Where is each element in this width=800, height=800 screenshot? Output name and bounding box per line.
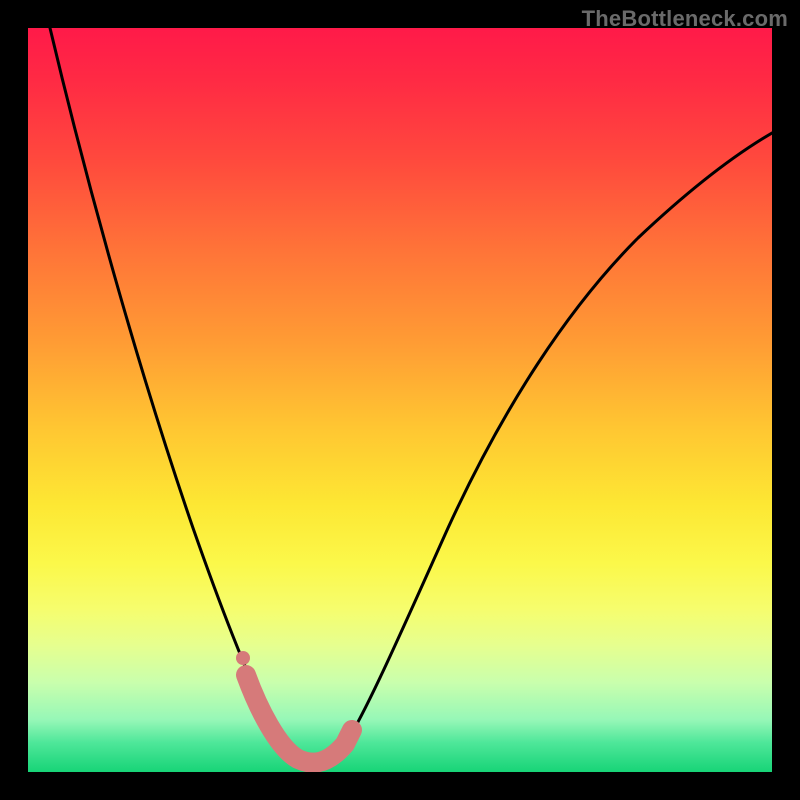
bottleneck-curve [50,28,772,766]
marker-dot-icon [236,651,250,665]
watermark-text: TheBottleneck.com [582,6,788,32]
chart-frame: TheBottleneck.com [0,0,800,800]
optimal-marker-band [246,675,352,763]
plot-area [28,28,772,772]
bottleneck-chart [28,28,772,772]
